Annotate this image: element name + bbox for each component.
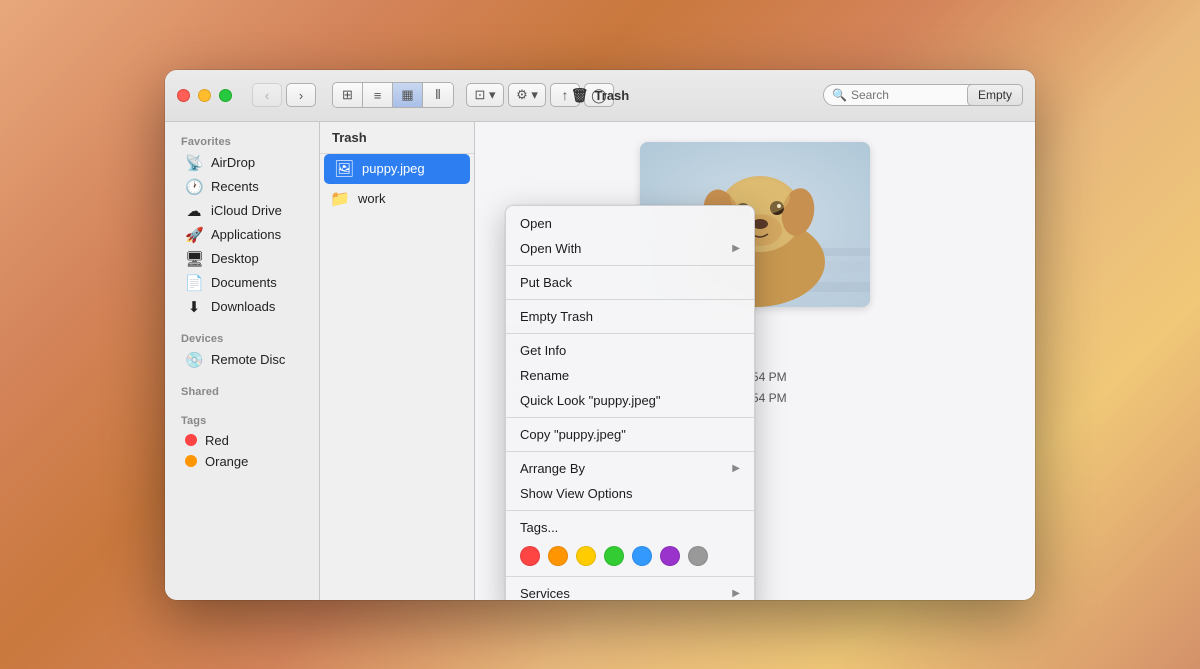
- context-tag-dots: [506, 540, 754, 572]
- separator-7: [506, 576, 754, 577]
- context-tags[interactable]: Tags...: [506, 515, 754, 540]
- desktop-icon: 🖥: [185, 250, 203, 268]
- sidebar-item-desktop[interactable]: 🖥 Desktop: [169, 247, 315, 271]
- puppy-file-icon: 🖼: [334, 159, 354, 179]
- context-put-back[interactable]: Put Back: [506, 270, 754, 295]
- arrange-by-arrow: ▶: [732, 463, 740, 474]
- list-view-button[interactable]: ≡: [363, 83, 393, 107]
- context-get-info[interactable]: Get Info: [506, 338, 754, 363]
- tag-dot-gray[interactable]: [688, 546, 708, 566]
- remote-disc-icon: 💿: [185, 351, 203, 369]
- sidebar: Favorites 📡 AirDrop 🕐 Recents ☁ iCloud D…: [165, 122, 320, 600]
- recents-icon: 🕐: [185, 178, 203, 196]
- back-button[interactable]: ‹: [252, 83, 282, 107]
- context-menu: Open Open With ▶ Put Back Empty Trash Ge…: [505, 205, 755, 600]
- column-view-button[interactable]: ⫴: [423, 83, 453, 107]
- sidebar-item-recents-label: Recents: [211, 179, 259, 194]
- view-buttons: ⊞ ≡ ▦ ⫴: [332, 82, 454, 108]
- file-item-puppy[interactable]: 🖼 puppy.jpeg: [324, 154, 470, 184]
- shared-header: Shared: [165, 380, 319, 401]
- sidebar-item-applications-label: Applications: [211, 227, 281, 242]
- tags-header: Tags: [165, 409, 319, 430]
- downloads-icon: ⬇: [185, 298, 203, 316]
- minimize-button[interactable]: [198, 89, 211, 102]
- sidebar-item-remote-disc-label: Remote Disc: [211, 352, 285, 367]
- tag-dot-orange[interactable]: [548, 546, 568, 566]
- finder-window: ‹ › ⊞ ≡ ▦ ⫴ ⊡ ▾ ⚙ ▾ ↑ ◯ 🗑 Trash 🔍 Empty: [165, 70, 1035, 600]
- red-tag-dot: [185, 434, 197, 446]
- sidebar-item-red-label: Red: [205, 433, 229, 448]
- sidebar-item-remote-disc[interactable]: 💿 Remote Disc: [169, 348, 315, 372]
- favorites-header: Favorites: [165, 130, 319, 151]
- context-open-with[interactable]: Open With ▶: [506, 236, 754, 261]
- sidebar-item-airdrop-label: AirDrop: [211, 155, 255, 170]
- icon-view-button[interactable]: ⊞: [333, 83, 363, 107]
- sidebar-item-red[interactable]: Red: [169, 430, 315, 451]
- window-title-area: 🗑 Trash: [571, 87, 629, 104]
- toolbar: ‹ › ⊞ ≡ ▦ ⫴ ⊡ ▾ ⚙ ▾ ↑ ◯: [252, 82, 614, 108]
- group-button[interactable]: ⊡ ▾: [466, 83, 504, 107]
- sidebar-item-icloud-label: iCloud Drive: [211, 203, 282, 218]
- separator-5: [506, 451, 754, 452]
- context-services[interactable]: Services ▶: [506, 581, 754, 600]
- separator-1: [506, 265, 754, 266]
- trash-icon: 🗑: [571, 87, 589, 104]
- sidebar-item-documents[interactable]: 📄 Documents: [169, 271, 315, 295]
- icloud-icon: ☁: [185, 202, 203, 220]
- window-title: Trash: [595, 88, 630, 103]
- applications-icon: 🚀: [185, 226, 203, 244]
- action-button[interactable]: ⚙ ▾: [508, 83, 546, 107]
- separator-2: [506, 299, 754, 300]
- maximize-button[interactable]: [219, 89, 232, 102]
- tag-dot-red[interactable]: [520, 546, 540, 566]
- sidebar-item-recents[interactable]: 🕐 Recents: [169, 175, 315, 199]
- sidebar-item-downloads[interactable]: ⬇ Downloads: [169, 295, 315, 319]
- sidebar-item-icloud[interactable]: ☁ iCloud Drive: [169, 199, 315, 223]
- grid-view-button[interactable]: ▦: [393, 83, 423, 107]
- main-content: Favorites 📡 AirDrop 🕐 Recents ☁ iCloud D…: [165, 122, 1035, 600]
- sidebar-item-orange-label: Orange: [205, 454, 248, 469]
- airdrop-icon: 📡: [185, 154, 203, 172]
- sidebar-item-applications[interactable]: 🚀 Applications: [169, 223, 315, 247]
- search-icon: 🔍: [832, 88, 847, 102]
- context-rename[interactable]: Rename: [506, 363, 754, 388]
- close-button[interactable]: [177, 89, 190, 102]
- tag-dot-blue[interactable]: [632, 546, 652, 566]
- separator-4: [506, 417, 754, 418]
- empty-button[interactable]: Empty: [967, 84, 1023, 106]
- documents-icon: 📄: [185, 274, 203, 292]
- file-pane: Trash 🖼 puppy.jpeg 📁 work: [320, 122, 475, 600]
- file-item-work[interactable]: 📁 work: [320, 184, 474, 214]
- sidebar-item-orange[interactable]: Orange: [169, 451, 315, 472]
- sidebar-item-airdrop[interactable]: 📡 AirDrop: [169, 151, 315, 175]
- sidebar-item-downloads-label: Downloads: [211, 299, 275, 314]
- forward-button[interactable]: ›: [286, 83, 316, 107]
- traffic-lights: [177, 89, 232, 102]
- context-quick-look[interactable]: Quick Look "puppy.jpeg": [506, 388, 754, 413]
- context-open[interactable]: Open: [506, 211, 754, 236]
- file-pane-header: Trash: [320, 122, 474, 154]
- work-filename: work: [358, 191, 385, 206]
- context-show-view-options[interactable]: Show View Options: [506, 481, 754, 506]
- services-arrow: ▶: [732, 588, 740, 599]
- tag-dot-purple[interactable]: [660, 546, 680, 566]
- context-copy[interactable]: Copy "puppy.jpeg": [506, 422, 754, 447]
- devices-header: Devices: [165, 327, 319, 348]
- context-empty-trash[interactable]: Empty Trash: [506, 304, 754, 329]
- tag-dot-yellow[interactable]: [576, 546, 596, 566]
- title-bar: ‹ › ⊞ ≡ ▦ ⫴ ⊡ ▾ ⚙ ▾ ↑ ◯ 🗑 Trash 🔍 Empty: [165, 70, 1035, 122]
- open-with-arrow: ▶: [732, 243, 740, 254]
- separator-6: [506, 510, 754, 511]
- work-folder-icon: 📁: [330, 189, 350, 209]
- tag-dot-green[interactable]: [604, 546, 624, 566]
- context-arrange-by[interactable]: Arrange By ▶: [506, 456, 754, 481]
- puppy-filename: puppy.jpeg: [362, 161, 425, 176]
- sidebar-item-desktop-label: Desktop: [211, 251, 259, 266]
- orange-tag-dot: [185, 455, 197, 467]
- separator-3: [506, 333, 754, 334]
- sidebar-item-documents-label: Documents: [211, 275, 277, 290]
